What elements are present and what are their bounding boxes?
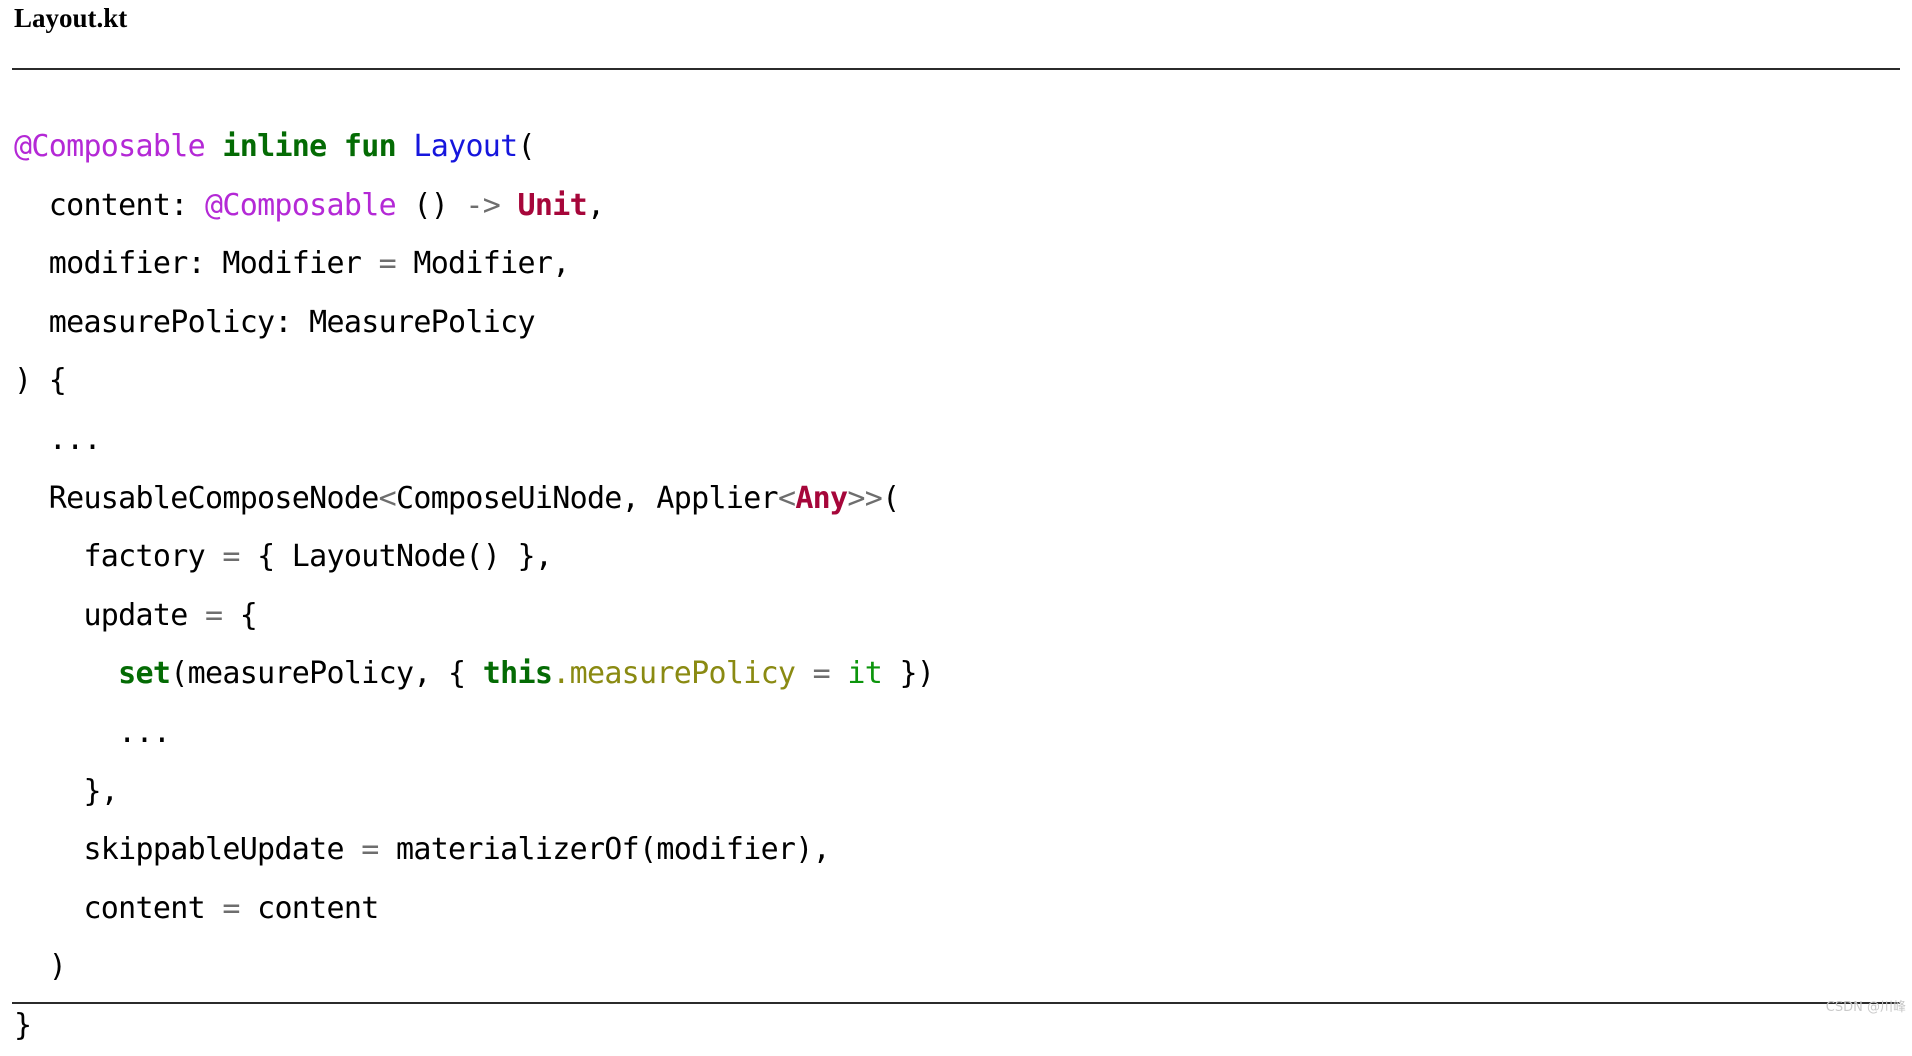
code-token: update <box>14 597 205 633</box>
divider-top <box>12 68 1900 70</box>
code-line: factory = { LayoutNode() }, <box>14 528 1904 587</box>
code-token: < <box>378 480 397 516</box>
code-line: ... <box>14 411 1904 470</box>
code-token: this <box>482 656 553 692</box>
code-token: ... <box>14 421 102 457</box>
code-block: @Composable inline fun Layout( content: … <box>14 118 1904 1056</box>
code-line: skippableUpdate = materializerOf(modifie… <box>14 821 1904 880</box>
code-line: ) { <box>14 352 1904 411</box>
code-token: { <box>222 597 258 633</box>
code-token: = <box>222 890 240 926</box>
code-token: content <box>14 890 223 926</box>
code-token: }) <box>882 656 935 692</box>
code-token: ReusableComposeNode <box>14 480 380 516</box>
code-token: content <box>239 890 379 926</box>
code-line: @Composable inline fun Layout( <box>14 118 1904 177</box>
code-line: content = content <box>14 880 1904 939</box>
code-token: factory <box>14 539 223 575</box>
code-line: ) <box>14 938 1904 997</box>
code-token: < <box>777 480 796 516</box>
code-token: Layout <box>413 129 518 164</box>
code-token: ) <box>14 949 67 985</box>
code-token: ( <box>517 129 536 164</box>
code-token: content: <box>14 187 205 223</box>
code-token: = <box>204 597 223 633</box>
code-token: () <box>395 187 466 223</box>
code-snippet-figure: Layout.kt @Composable inline fun Layout(… <box>0 0 1912 1043</box>
code-token: inline fun <box>222 129 396 164</box>
code-token: { LayoutNode() }, <box>239 539 553 575</box>
code-token: = <box>222 539 240 575</box>
code-token: measurePolicy: MeasurePolicy <box>14 304 536 340</box>
code-line: modifier: Modifier = Modifier, <box>14 235 1904 294</box>
code-token: Any <box>795 480 848 516</box>
code-token: }, <box>14 773 119 809</box>
code-token: set <box>118 656 171 692</box>
code-line: measurePolicy: MeasurePolicy <box>14 294 1904 353</box>
code-token: ... <box>14 714 171 750</box>
code-token: } <box>14 1007 32 1043</box>
code-line: set(measurePolicy, { this.measurePolicy … <box>14 645 1904 704</box>
divider-bottom <box>12 1002 1900 1004</box>
code-line: } <box>14 997 1904 1056</box>
code-token: skippableUpdate <box>14 832 362 868</box>
code-token: ( <box>882 480 900 516</box>
code-token: >> <box>847 480 883 516</box>
code-token: = <box>361 832 379 868</box>
code-token: = <box>378 246 397 282</box>
code-token: .measurePolicy <box>552 656 796 692</box>
code-token: Unit <box>517 187 588 223</box>
code-token: modifier: Modifier <box>14 246 379 282</box>
code-line: update = { <box>14 587 1904 646</box>
code-line: content: @Composable () -> Unit, <box>14 177 1904 236</box>
code-token: ComposeUiNode, Applier <box>395 480 779 516</box>
page-title: Layout.kt <box>14 3 128 33</box>
code-token: = <box>812 656 831 692</box>
code-line: ReusableComposeNode<ComposeUiNode, Appli… <box>14 470 1904 529</box>
code-token: ) { <box>14 363 67 399</box>
code-token: it <box>847 656 883 692</box>
code-token: @Composable <box>204 187 397 223</box>
code-token: Modifier, <box>395 246 570 282</box>
code-token: , <box>586 187 605 223</box>
code-token: (measurePolicy, { <box>170 656 483 692</box>
code-line: }, <box>14 763 1904 822</box>
code-token: @Composable <box>14 129 206 164</box>
watermark: CSDN @川峰 <box>1825 1000 1906 1015</box>
code-token: materializerOf(modifier), <box>378 832 831 868</box>
code-token: -> <box>465 187 501 223</box>
code-line: ... <box>14 704 1904 763</box>
